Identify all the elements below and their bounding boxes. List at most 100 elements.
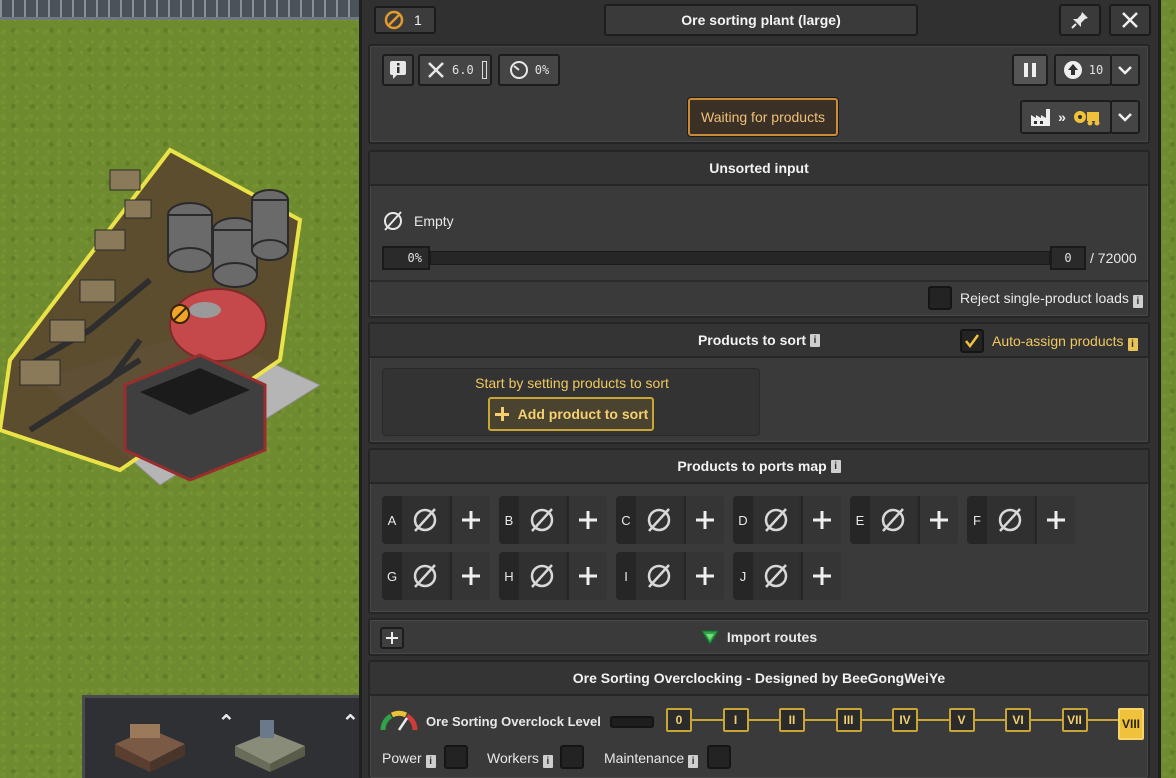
- plus-icon: [696, 567, 714, 585]
- auto-assign-checkbox[interactable]: [960, 329, 984, 353]
- overclock-level-3[interactable]: III: [835, 708, 862, 732]
- factory-icon: [1031, 109, 1051, 126]
- close-icon: [1122, 12, 1138, 28]
- port-product-slot[interactable]: [402, 552, 448, 600]
- pin-icon: [1071, 12, 1088, 29]
- port-product-slot[interactable]: [519, 552, 565, 600]
- level-connector: [974, 719, 1005, 721]
- plus-icon: [386, 632, 398, 644]
- info-icon[interactable]: i: [425, 755, 436, 768]
- port-add-button[interactable]: [1035, 496, 1075, 544]
- port-add-button[interactable]: [684, 496, 724, 544]
- maintenance-label: Maintenance i: [604, 750, 699, 768]
- port-add-button[interactable]: [450, 496, 490, 544]
- chevron-up-icon[interactable]: ⌃: [342, 710, 359, 735]
- plus-icon: [1047, 511, 1065, 529]
- plus-icon: [462, 511, 480, 529]
- empty-set-icon: [530, 508, 554, 532]
- info-icon[interactable]: i: [810, 333, 821, 347]
- maintenance-checkbox[interactable]: [707, 745, 731, 769]
- power-checkbox[interactable]: [444, 745, 468, 769]
- logistics-dropdown-button[interactable]: [1110, 100, 1140, 134]
- port-product-slot[interactable]: [987, 496, 1033, 544]
- port-slot: B: [499, 496, 607, 544]
- blocked-icon: [384, 10, 404, 30]
- info-icon[interactable]: i: [1127, 338, 1138, 351]
- chevron-down-icon: [1118, 113, 1132, 122]
- workers-checkbox[interactable]: [560, 745, 584, 769]
- port-letter: J: [733, 552, 753, 600]
- port-add-button[interactable]: [684, 552, 724, 600]
- plus-icon: [813, 511, 831, 529]
- toolbar-hotbar: ⌃ ⌃: [82, 695, 372, 778]
- fill-value-input[interactable]: 0: [1050, 246, 1086, 270]
- empty-set-icon: [413, 508, 437, 532]
- port-product-slot[interactable]: [636, 496, 682, 544]
- building-thumbnail-icon[interactable]: [230, 714, 310, 772]
- overclock-level-8[interactable]: VIII: [1118, 708, 1144, 740]
- priority-dropdown-button[interactable]: [1110, 54, 1140, 86]
- overclock-level-1[interactable]: I: [722, 708, 749, 732]
- overclock-level-7[interactable]: VII: [1061, 708, 1088, 732]
- port-letter: D: [733, 496, 753, 544]
- overclock-level-0[interactable]: 0: [666, 708, 692, 732]
- info-icon[interactable]: i: [542, 755, 553, 768]
- empty-set-icon: [530, 564, 554, 588]
- pause-button[interactable]: [1012, 54, 1048, 86]
- port-product-slot[interactable]: [519, 496, 565, 544]
- pin-button[interactable]: [1059, 4, 1101, 36]
- section-title: Unsorted input: [370, 152, 1148, 186]
- close-button[interactable]: [1109, 4, 1151, 36]
- add-product-button[interactable]: Add product to sort: [488, 397, 654, 431]
- divider: [370, 280, 1148, 282]
- pause-icon: [1024, 63, 1036, 77]
- port-add-button[interactable]: [450, 552, 490, 600]
- overclock-level-2[interactable]: II: [779, 708, 805, 732]
- workers-button[interactable]: 6.0: [418, 54, 492, 86]
- plus-icon: [462, 567, 480, 585]
- port-add-button[interactable]: [918, 496, 958, 544]
- overclock-toggle[interactable]: [610, 716, 654, 728]
- port-product-slot[interactable]: [870, 496, 916, 544]
- priority-up-icon: [1063, 61, 1082, 79]
- port-add-button[interactable]: [567, 552, 607, 600]
- port-product-slot[interactable]: [753, 496, 799, 544]
- priority-button[interactable]: 10: [1054, 54, 1112, 86]
- info-icon[interactable]: i: [688, 755, 699, 768]
- port-product-slot[interactable]: [636, 552, 682, 600]
- power-label: Power i: [382, 750, 436, 768]
- products-empty-state: Start by setting products to sort Add pr…: [382, 368, 760, 436]
- port-letter: H: [499, 552, 519, 600]
- section-title: Products to sort i Auto-assign products i: [370, 324, 1148, 358]
- port-product-slot[interactable]: [402, 496, 448, 544]
- port-add-button[interactable]: [567, 496, 607, 544]
- ore-sorting-plant-building[interactable]: [0, 130, 330, 500]
- logistics-button[interactable]: »: [1020, 100, 1112, 134]
- port-product-slot[interactable]: [753, 552, 799, 600]
- port-add-button[interactable]: [801, 552, 841, 600]
- overclock-level-4[interactable]: IV: [892, 708, 918, 732]
- info-icon[interactable]: i: [830, 459, 841, 473]
- port-letter: G: [382, 552, 402, 600]
- status-label: Waiting for products: [688, 98, 838, 136]
- import-routes-section: Import routes: [368, 618, 1150, 656]
- port-slot: J: [733, 552, 841, 600]
- double-arrow-icon: »: [1058, 109, 1066, 125]
- building-thumbnail-icon[interactable]: [110, 714, 190, 772]
- level-connector: [861, 719, 892, 721]
- overclock-level-5[interactable]: V: [948, 708, 975, 732]
- efficiency-button[interactable]: 0%: [498, 54, 560, 86]
- reject-single-product-checkbox[interactable]: [928, 286, 952, 310]
- window-titlebar: 1 Ore sorting plant (large): [362, 0, 1158, 40]
- route-icon: [700, 630, 719, 645]
- capacity-label: / 72000: [1090, 250, 1137, 266]
- port-add-button[interactable]: [801, 496, 841, 544]
- notification-chip[interactable]: 1: [374, 6, 436, 34]
- expand-button[interactable]: [380, 627, 404, 649]
- info-button[interactable]: [382, 54, 414, 86]
- info-icon[interactable]: i: [1132, 295, 1143, 308]
- plus-icon: [579, 511, 597, 529]
- checkmark-icon: [965, 334, 980, 348]
- empty-set-icon: [764, 508, 788, 532]
- overclock-level-6[interactable]: VI: [1005, 708, 1031, 732]
